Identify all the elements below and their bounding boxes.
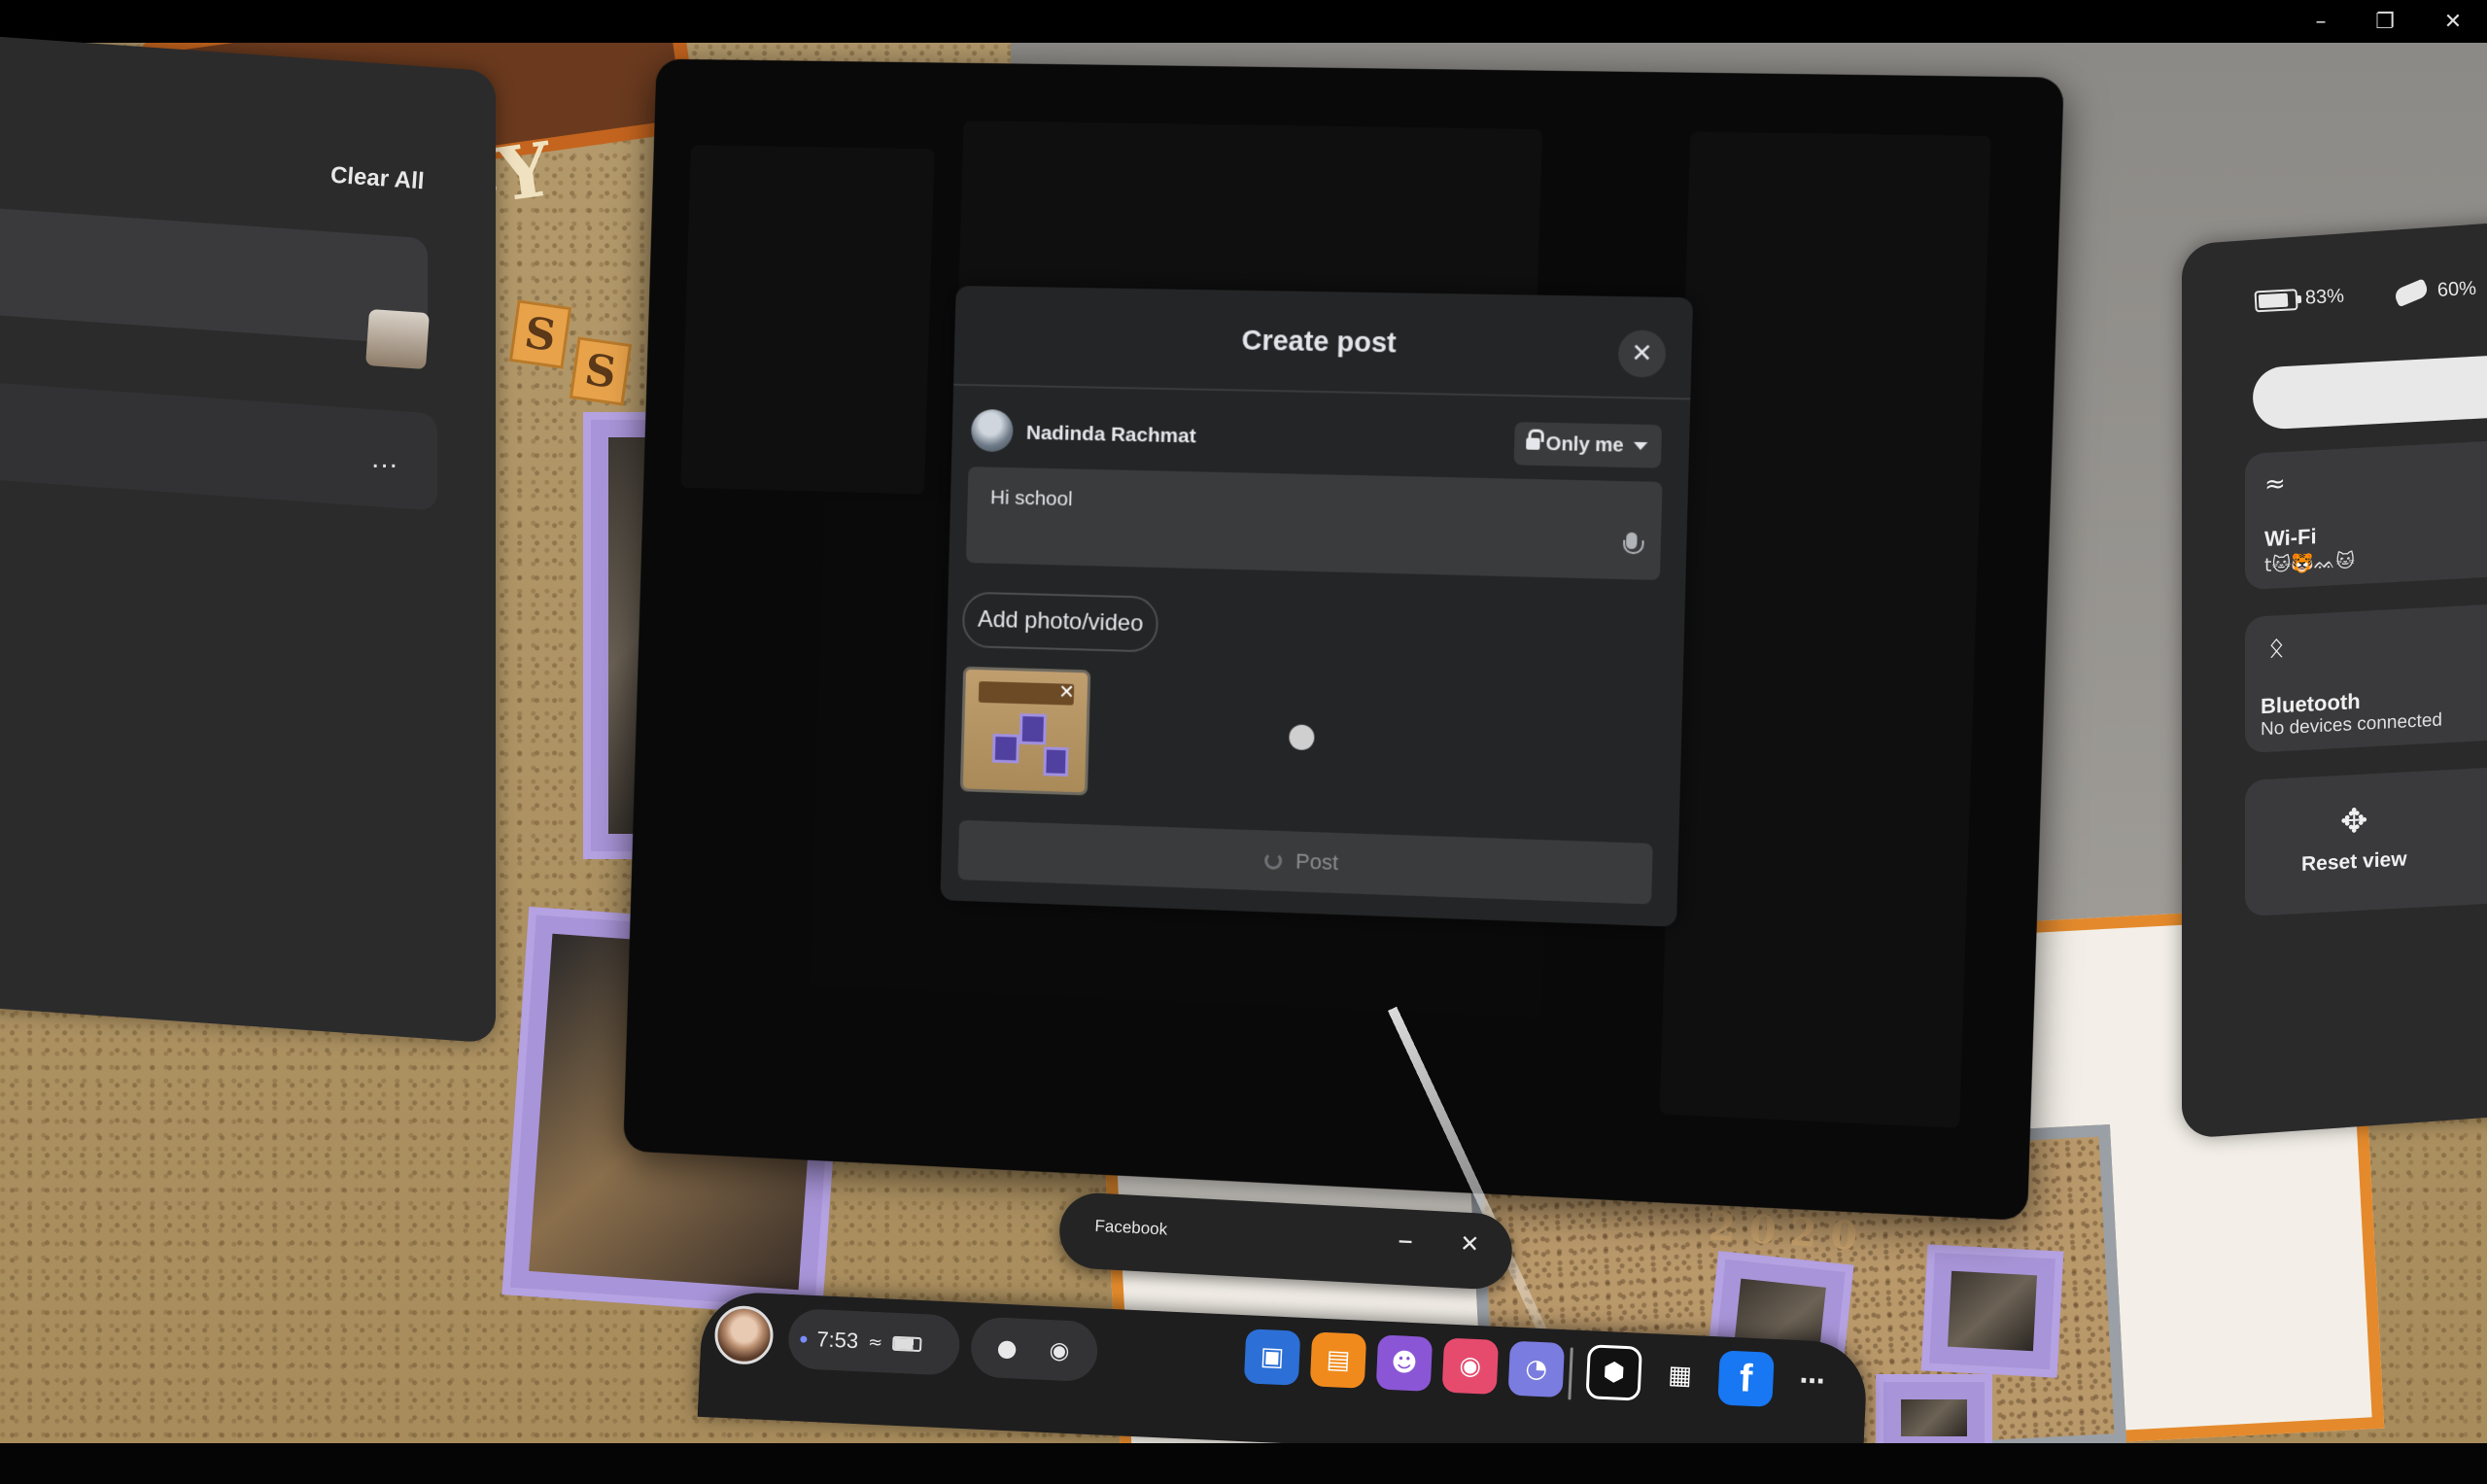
more-options-button[interactable]: ... [371, 442, 398, 475]
thumbnail-frame [1043, 746, 1068, 777]
wifi-label: Wi-Fi [2264, 524, 2317, 552]
microphone-icon[interactable] [1623, 533, 1640, 559]
app-grid-icon[interactable]: ⋯ [1783, 1353, 1840, 1409]
clock-time: 7:53 [816, 1327, 859, 1354]
shop-app-icon[interactable]: ▤ [1310, 1331, 1366, 1388]
window-titlebar: – ❐ ✕ [0, 0, 2487, 43]
post-text-value: Hi school [990, 486, 1073, 511]
wifi-icon: ≈ [868, 1331, 883, 1353]
photo-frame [1921, 1244, 2064, 1377]
library-app-icon[interactable]: ⬢ [1585, 1344, 1641, 1400]
user-name: Nadinda Rachmat [1026, 422, 1196, 448]
wifi-network: t🐱🐯ᨐ🐱 [2264, 549, 2355, 576]
headset-battery: 83% [2254, 286, 2344, 313]
battery-icon [2254, 289, 2297, 312]
people-app-icon[interactable]: ☻ [1376, 1334, 1433, 1391]
post-button[interactable]: Post [957, 820, 1652, 905]
notification-thumbnail [365, 309, 430, 369]
apps-icon[interactable]: ▦ [1651, 1347, 1708, 1403]
dialog-title: Create post [954, 321, 1692, 365]
browser-app-icon[interactable]: ◔ [1508, 1341, 1565, 1398]
add-photo-video-button[interactable]: Add photo/video [962, 592, 1159, 653]
camera-app-icon[interactable]: ◉ [1442, 1337, 1499, 1394]
facebook-app-icon[interactable]: f [1717, 1350, 1774, 1406]
bluetooth-tile[interactable]: ᛟ Bluetooth No devices connected [2245, 604, 2487, 753]
controller-icon [2393, 278, 2430, 307]
remove-photo-icon[interactable]: ✕ [1058, 679, 1075, 703]
letter-block: S [570, 336, 632, 405]
bell-icon[interactable]: ● [992, 1332, 1022, 1363]
battery-icon [892, 1335, 922, 1351]
avatar [971, 409, 1014, 452]
close-icon[interactable]: ✕ [2420, 0, 2486, 43]
dock-separator [1568, 1347, 1572, 1399]
move-arrows-icon: ✥ [2340, 801, 2368, 841]
minimize-panel-icon[interactable]: – [1397, 1221, 1414, 1259]
loading-spinner-icon [1264, 851, 1282, 870]
bluetooth-icon: ᛟ [2268, 631, 2285, 664]
controller-battery: 60% [2394, 278, 2476, 304]
photo-frame [1876, 1374, 1992, 1443]
dialog-header: Create post ✕ [953, 286, 1693, 399]
post-button-label: Post [1295, 849, 1339, 877]
close-dialog-button[interactable]: ✕ [1617, 329, 1666, 377]
thumbnail-frame [992, 734, 1019, 764]
brightness-slider[interactable] [2252, 355, 2487, 431]
attached-photo-thumbnail: ✕ [960, 667, 1090, 796]
wifi-tile[interactable]: ≈ Wi-Fi t🐱🐯ᨐ🐱 [2245, 440, 2487, 590]
post-text-field[interactable]: Hi school [966, 466, 1663, 580]
controller-percent: 60% [2436, 278, 2476, 302]
reset-view-tile[interactable]: ✥ Reset view [2245, 767, 2487, 916]
window-bottom-bar [0, 1443, 2487, 1484]
privacy-label: Only me [1545, 432, 1624, 457]
panel-tab-title: Facebook [1094, 1217, 1168, 1240]
create-post-dialog: Create post ✕ Nadinda Rachmat Only me Hi… [940, 286, 1693, 927]
profile-avatar[interactable] [713, 1304, 775, 1365]
close-panel-icon[interactable]: ✕ [1459, 1229, 1480, 1258]
status-pill[interactable]: 7:53 ≈ [787, 1308, 961, 1376]
wifi-icon: ≈ [2264, 469, 2286, 500]
close-icon: ✕ [1631, 339, 1653, 369]
status-dot [800, 1335, 807, 1342]
pointer-cursor [1289, 724, 1315, 750]
headset-icon[interactable]: ◉ [1044, 1335, 1074, 1365]
letter-block: S [509, 299, 571, 368]
quick-actions-pill: ● ◉ [970, 1316, 1099, 1382]
reset-view-label: Reset view [2301, 847, 2407, 877]
minimize-icon[interactable]: – [2288, 0, 2354, 43]
lock-icon [1526, 435, 1540, 451]
chevron-down-icon [1634, 442, 1647, 450]
store-app-icon[interactable]: ▣ [1244, 1329, 1300, 1385]
restore-icon[interactable]: ❐ [2352, 0, 2418, 43]
thumbnail-frame [1019, 713, 1047, 745]
privacy-selector[interactable]: Only me [1514, 422, 1662, 468]
battery-percent: 83% [2304, 286, 2344, 310]
